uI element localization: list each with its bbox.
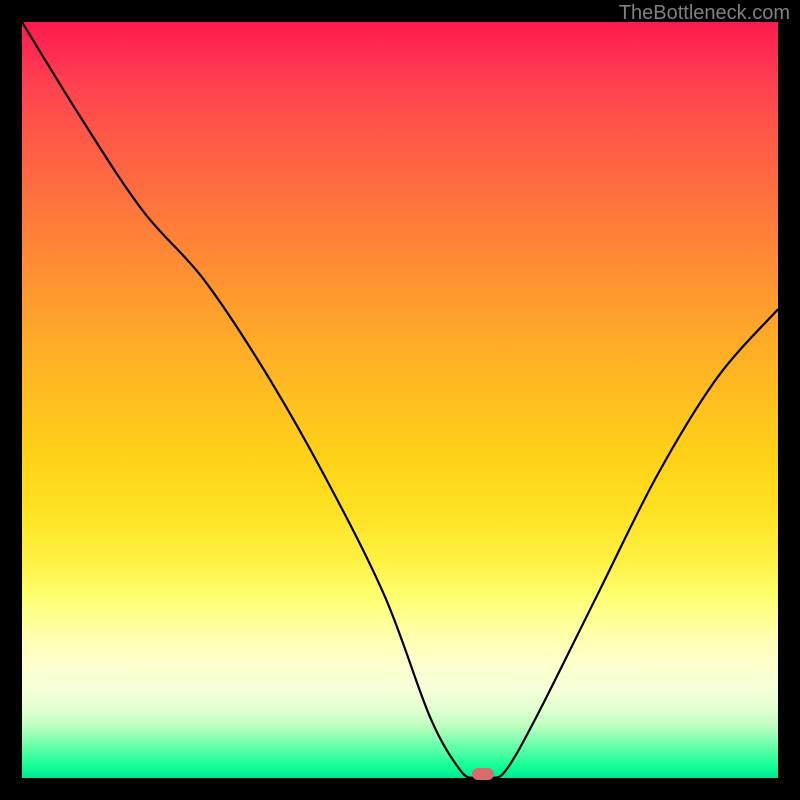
watermark-text: TheBottleneck.com — [619, 2, 790, 25]
bottleneck-curve-line — [22, 22, 778, 778]
chart-plot-area — [22, 22, 778, 778]
chart-svg — [22, 22, 778, 778]
optimal-marker — [472, 768, 494, 780]
